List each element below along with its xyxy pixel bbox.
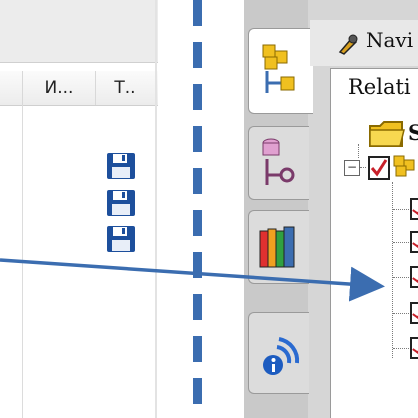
dashed-divider [193, 0, 202, 418]
tree-item-checkbox[interactable] [410, 198, 418, 220]
info-signal-icon [263, 337, 300, 375]
tree-connector [393, 313, 409, 314]
tree-connector [360, 167, 366, 168]
table-header-row: И... Т.. [0, 71, 158, 106]
assembly-icon [393, 155, 415, 177]
tree-connector [393, 242, 409, 243]
left-toolbar-area [0, 0, 158, 63]
pencil-wrench-icon [338, 34, 358, 55]
tree-connector [393, 277, 409, 278]
tree-item-checkbox[interactable] [410, 302, 418, 324]
database-relation-icon [262, 138, 295, 185]
relations-tab-label: Relati [348, 75, 411, 99]
books-library-icon [259, 226, 295, 268]
tree-connector [393, 209, 409, 210]
column-divider-line [22, 105, 23, 418]
floppy-disk-icon[interactable] [106, 152, 136, 180]
assembly-structure-icon [262, 44, 295, 93]
checkbox-checked[interactable] [368, 156, 390, 180]
tab-database-relations[interactable] [248, 126, 309, 200]
tree-item-checkbox[interactable] [410, 231, 418, 253]
tree-item-checkbox[interactable] [410, 266, 418, 288]
floppy-disk-icon[interactable] [106, 225, 136, 253]
tree-expander[interactable]: − [344, 160, 360, 176]
tree-root-label[interactable]: S [408, 120, 418, 145]
tab-assembly-structure[interactable] [248, 28, 313, 114]
column-header-type[interactable]: Т.. [96, 71, 154, 105]
tab-info[interactable] [248, 312, 309, 394]
floppy-disk-icon[interactable] [106, 189, 136, 217]
tab-library[interactable] [248, 210, 309, 284]
navigator-title: Navi [366, 28, 414, 52]
folder-icon[interactable] [368, 120, 406, 148]
column-header-name[interactable]: И... [23, 71, 95, 105]
panel-edge [155, 0, 157, 418]
tree-connector [393, 348, 409, 349]
tree-item-checkbox[interactable] [410, 337, 418, 359]
tree-connector [358, 144, 359, 158]
